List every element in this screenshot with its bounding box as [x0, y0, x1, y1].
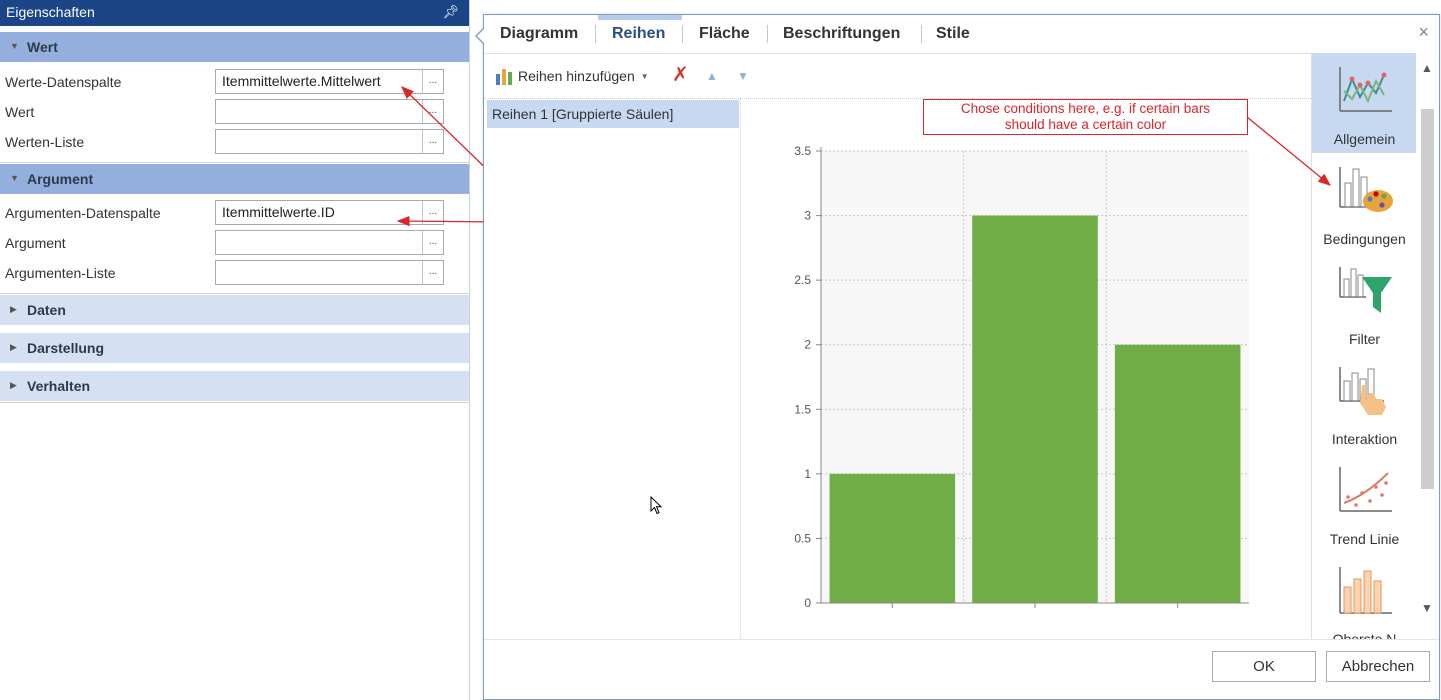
cancel-button[interactable]: Abbrechen	[1326, 651, 1430, 682]
tab-separator	[921, 25, 922, 43]
move-down-icon[interactable]: ▼	[737, 69, 749, 83]
tab-separator	[682, 25, 683, 43]
rail-item-allgemein[interactable]: Allgemein	[1312, 53, 1416, 153]
ok-button[interactable]: OK	[1212, 651, 1316, 682]
callout-text-line2: should have a certain color	[1004, 117, 1167, 132]
conditions-callout: Chose conditions here, e.g. if certain b…	[923, 99, 1248, 135]
rail-item-label: Allgemein	[1333, 131, 1396, 147]
dialog-footer: OK Abbrechen	[484, 639, 1439, 700]
chevron-down-icon: ▼	[640, 71, 649, 81]
callout-text-line1: Chose conditions here, e.g. if certain b…	[960, 101, 1211, 116]
dialog-tabs: Diagramm Reihen Fläche Beschriftungen St…	[484, 15, 1439, 53]
series-content: Reihen hinzufügen ▼ ✗ ▲ ▼ Reihen 1 [Grup…	[484, 53, 1311, 640]
scroll-up-icon[interactable]: ▲	[1421, 61, 1433, 75]
y-tick-label: 3	[804, 209, 811, 223]
rail-item-oberste-n[interactable]: Oberste N	[1312, 553, 1416, 639]
y-tick-label: 1	[804, 467, 811, 481]
funnel-chart-icon	[1339, 267, 1392, 313]
close-icon[interactable]: ×	[1418, 22, 1429, 43]
trendline-chart-icon	[1339, 467, 1392, 512]
tab-beschriftungen[interactable]: Beschriftungen	[783, 25, 900, 43]
y-tick-label: 0	[804, 596, 811, 610]
series-item-label: Reihen 1 [Gruppierte Säulen]	[492, 106, 674, 122]
y-tick-label: 2	[804, 338, 811, 352]
add-series-label: Reihen hinzufügen	[518, 68, 635, 84]
tab-flaeche[interactable]: Fläche	[699, 25, 750, 43]
mouse-cursor-icon	[650, 496, 663, 515]
rail-item-bedingungen[interactable]: Bedingungen	[1312, 153, 1416, 253]
series-toolbar: Reihen hinzufügen ▼ ✗ ▲ ▼	[484, 54, 1311, 98]
rail-item-label: Bedingungen	[1323, 231, 1406, 247]
active-tab-indicator	[598, 15, 682, 20]
bar-chart-add-icon	[496, 69, 512, 85]
tab-separator	[767, 25, 768, 43]
y-tick-label: 2.5	[794, 273, 811, 287]
top-n-chart-icon	[1339, 567, 1392, 614]
add-series-button[interactable]: Reihen hinzufügen ▼	[495, 64, 649, 88]
rail-item-trend-linie[interactable]: Trend Linie	[1312, 453, 1416, 553]
rail-item-label: Interaktion	[1331, 431, 1398, 447]
scrollbar-thumb[interactable]	[1421, 109, 1434, 489]
tab-diagramm[interactable]: Diagramm	[500, 25, 578, 43]
series-list-item[interactable]: Reihen 1 [Gruppierte Säulen]	[487, 100, 739, 128]
y-tick-label: 1.5	[794, 402, 811, 416]
rail-item-interaktion[interactable]: Interaktion	[1312, 353, 1416, 453]
line-chart-icon	[1339, 67, 1392, 112]
series-list: Reihen 1 [Gruppierte Säulen]	[484, 98, 741, 640]
chart-preview: 0 0.5 1 1.5 2 2.5 3 3.5	[742, 98, 1311, 640]
rail-item-label: Filter	[1348, 331, 1381, 347]
tab-separator	[595, 25, 596, 43]
chart-bar	[1114, 344, 1241, 603]
category-scrollbar[interactable]: ▲ ▼	[1416, 53, 1439, 639]
palette-chart-icon	[1339, 167, 1393, 212]
rail-item-label: Trend Linie	[1329, 531, 1400, 547]
y-tick-label: 3.5	[794, 144, 811, 158]
chart-bar	[972, 215, 1098, 604]
rail-item-filter[interactable]: Filter	[1312, 253, 1416, 353]
hand-chart-icon	[1339, 367, 1386, 415]
tab-reihen[interactable]: Reihen	[612, 25, 665, 43]
category-rail: Allgemein Bedingungen Filter Interaktion…	[1311, 53, 1416, 639]
delete-x-icon[interactable]: ✗	[672, 65, 689, 85]
y-tick-label: 0.5	[794, 531, 811, 545]
rail-item-label: Oberste N	[1332, 631, 1397, 639]
scroll-down-icon[interactable]: ▼	[1421, 601, 1433, 615]
tab-stile[interactable]: Stile	[936, 25, 970, 43]
bar-chart: 0 0.5 1 1.5 2 2.5 3 3.5	[794, 144, 1249, 610]
chart-bar	[829, 473, 956, 603]
move-up-icon[interactable]: ▲	[706, 69, 718, 83]
